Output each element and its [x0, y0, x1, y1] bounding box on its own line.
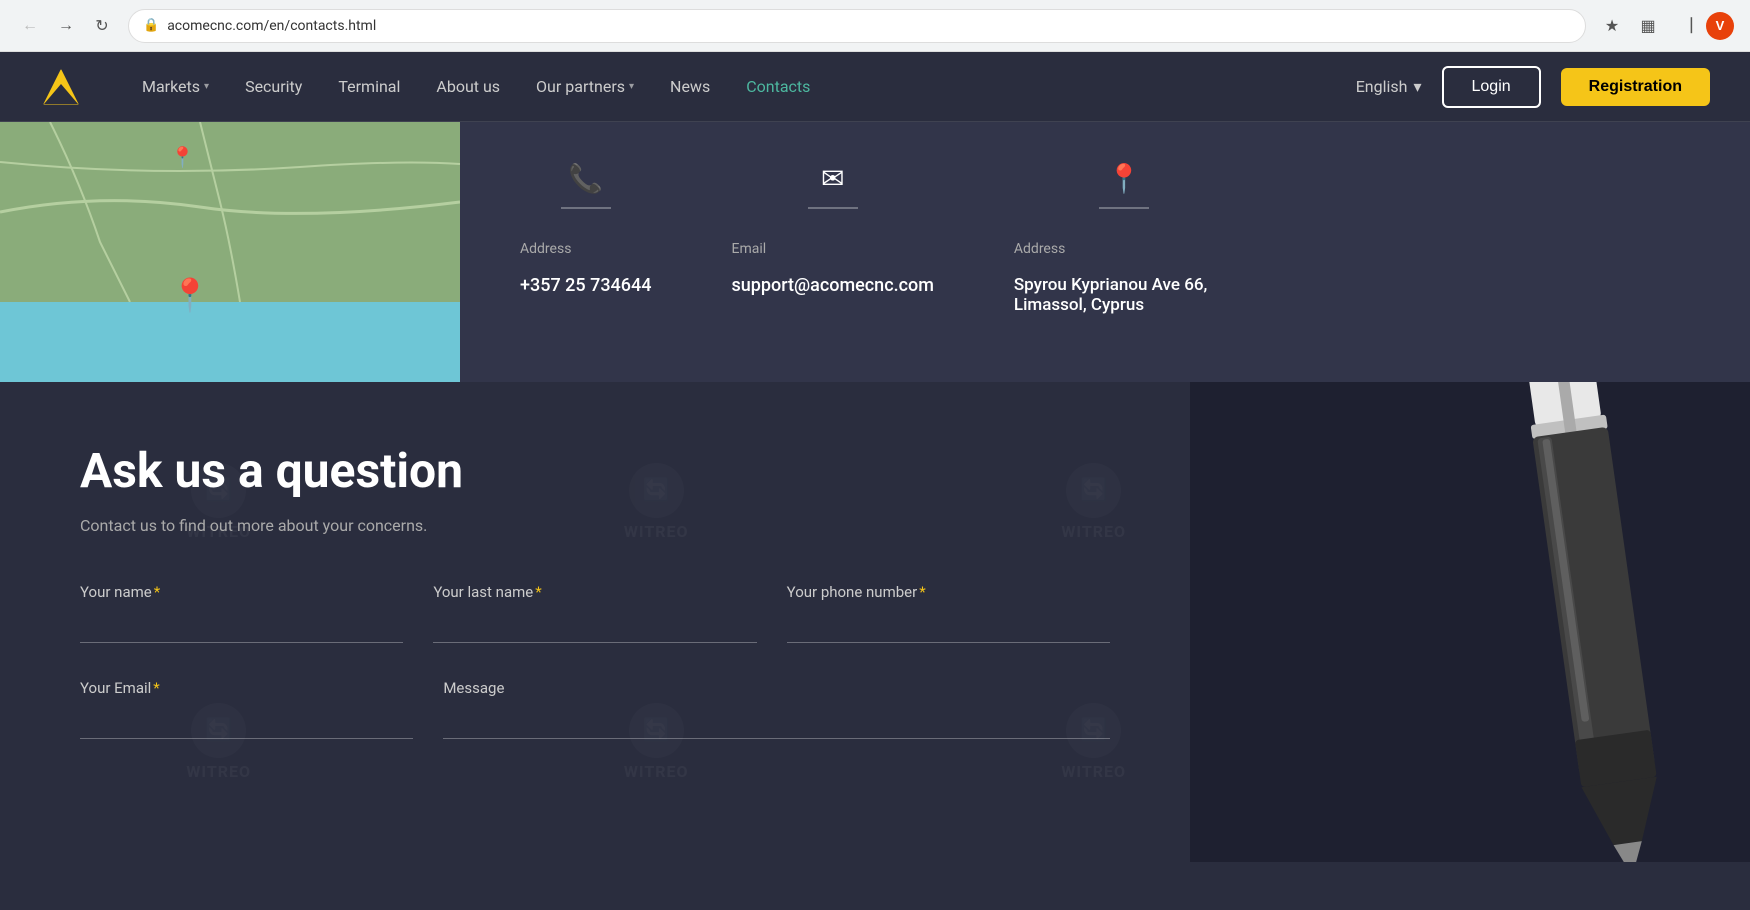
form-row-2: Your Email* Message	[80, 679, 1110, 739]
email-label: Email	[731, 241, 933, 257]
chevron-down-icon: ▾	[1413, 77, 1421, 96]
forward-button[interactable]: →	[52, 12, 80, 40]
nav-security[interactable]: Security	[245, 77, 302, 96]
ask-title: Ask us a question	[80, 442, 1110, 500]
sidebar-button[interactable]: ⎹	[1670, 12, 1698, 40]
phone-value: +357 25 734644	[520, 275, 651, 296]
extensions-button[interactable]: ▦	[1634, 12, 1662, 40]
name-input[interactable]	[80, 609, 403, 643]
last-name-label: Your last name*	[433, 583, 756, 601]
phone-icon: 📞	[568, 162, 603, 195]
phone-contact-item: 📞 Address +357 25 734644	[520, 162, 651, 296]
contact-form: Your name* Your last name* Your phone nu…	[80, 583, 1110, 739]
website: Markets ▾ Security Terminal About us Our…	[0, 52, 1750, 862]
ask-subtitle: Contact us to find out more about your c…	[80, 516, 1110, 535]
phone-label: Address	[520, 241, 651, 257]
address-contact-item: 📍 Address Spyrou Kyprianou Ave 66, Limas…	[1014, 162, 1234, 315]
message-field: Message	[443, 679, 1110, 739]
email-icon-wrapper: ✉	[731, 162, 933, 229]
email-value: support@acomecnc.com	[731, 275, 933, 296]
name-field: Your name*	[80, 583, 403, 643]
phone-icon-wrapper: 📞	[520, 162, 651, 229]
name-label: Your name*	[80, 583, 403, 601]
form-row-1: Your name* Your last name* Your phone nu…	[80, 583, 1110, 643]
register-button[interactable]: Registration	[1561, 68, 1710, 106]
browser-actions: ★ ▦ ⎹ V	[1598, 12, 1734, 40]
logo[interactable]	[40, 66, 82, 108]
contact-info-cards: 📞 Address +357 25 734644 ✉ Email support…	[460, 122, 1750, 382]
nav-about-us[interactable]: About us	[436, 77, 500, 96]
nav-contacts[interactable]: Contacts	[746, 77, 810, 96]
email-label: Your Email*	[80, 679, 413, 697]
last-name-field: Your last name*	[433, 583, 756, 643]
nav-news[interactable]: News	[670, 77, 710, 96]
contact-divider	[1099, 207, 1149, 209]
language-label: English	[1356, 77, 1408, 96]
message-label: Message	[443, 679, 1110, 697]
map-marker: 📍	[170, 276, 210, 314]
phone-input[interactable]	[787, 609, 1110, 643]
bookmark-button[interactable]: ★	[1598, 12, 1626, 40]
phone-field: Your phone number*	[787, 583, 1110, 643]
name-required: *	[154, 583, 160, 601]
navbar: Markets ▾ Security Terminal About us Our…	[0, 52, 1750, 122]
profile-button[interactable]: V	[1706, 12, 1734, 40]
address-bar[interactable]: 🔒 acomecnc.com/en/contacts.html	[128, 9, 1586, 43]
map-container[interactable]: 📍 📍	[0, 122, 460, 382]
map-land: 📍	[0, 122, 460, 302]
browser-nav-buttons: ← → ↻	[16, 12, 116, 40]
location-icon-wrapper: 📍	[1014, 162, 1234, 229]
map-water	[0, 302, 460, 382]
language-selector[interactable]: English ▾	[1356, 77, 1422, 96]
login-button[interactable]: Login	[1442, 66, 1541, 108]
refresh-button[interactable]: ↻	[88, 12, 116, 40]
location-icon: 📍	[1106, 162, 1141, 195]
navbar-right: English ▾ Login Registration	[1356, 66, 1710, 108]
email-input[interactable]	[80, 705, 413, 739]
email-contact-item: ✉ Email support@acomecnc.com	[731, 162, 933, 296]
map-background: 📍 📍	[0, 122, 460, 382]
url-text: acomecnc.com/en/contacts.html	[167, 18, 1571, 34]
contact-divider	[561, 207, 611, 209]
decorative-panel	[1190, 382, 1750, 862]
address-value: Spyrou Kyprianou Ave 66, Limassol, Cypru…	[1014, 275, 1234, 315]
email-icon: ✉	[821, 162, 844, 195]
nav-markets[interactable]: Markets ▾	[142, 77, 209, 96]
contact-divider	[808, 207, 858, 209]
message-input[interactable]	[443, 705, 1110, 739]
contact-section: 📍 📍 📞	[0, 122, 1750, 382]
pen-decoration	[1371, 382, 1750, 862]
nav-items: Markets ▾ Security Terminal About us Our…	[142, 77, 1356, 96]
ask-form-area: Ask us a question Contact us to find out…	[0, 382, 1190, 862]
browser-chrome: ← → ↻ 🔒 acomecnc.com/en/contacts.html ★ …	[0, 0, 1750, 52]
nav-our-partners[interactable]: Our partners ▾	[536, 77, 634, 96]
ask-section: 🔄 WITREO 🔄 WITREO 🔄 WITREO 🔄 WITREO 🔄 WI…	[0, 382, 1750, 862]
chevron-down-icon: ▾	[204, 81, 209, 92]
phone-required: *	[919, 583, 925, 601]
email-field: Your Email*	[80, 679, 413, 739]
chevron-down-icon: ▾	[629, 81, 634, 92]
lock-icon: 🔒	[143, 18, 159, 33]
nav-terminal[interactable]: Terminal	[338, 77, 400, 96]
phone-label: Your phone number*	[787, 583, 1110, 601]
address-label: Address	[1014, 241, 1234, 257]
email-required: *	[153, 679, 159, 697]
last-name-input[interactable]	[433, 609, 756, 643]
back-button[interactable]: ←	[16, 12, 44, 40]
svg-text:📍: 📍	[170, 145, 195, 169]
last-name-required: *	[535, 583, 541, 601]
